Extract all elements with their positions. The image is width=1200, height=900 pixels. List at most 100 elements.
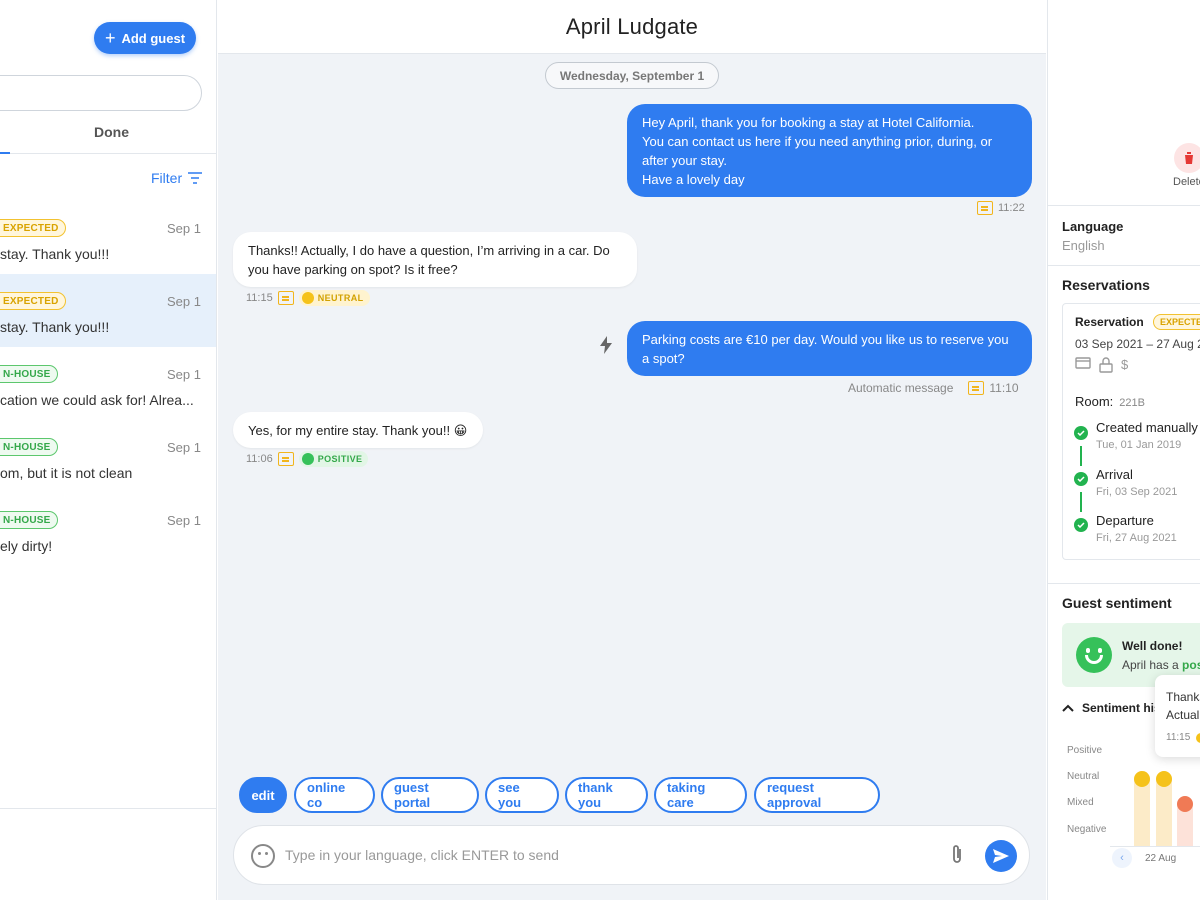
card-icon: [1075, 357, 1091, 369]
lightning-icon: [600, 336, 612, 354]
delete-label: Delete: [1173, 176, 1200, 188]
y-axis-label: Negative: [1067, 824, 1107, 835]
conversation-preview: ely dirty!: [0, 538, 53, 554]
y-axis-label: Positive: [1067, 745, 1103, 756]
conversation-preview: stay. Thank you!!!: [0, 319, 110, 335]
message-meta: 11:06 POSITIVE: [246, 451, 369, 467]
chart-axis: [1110, 846, 1200, 847]
quick-reply-button[interactable]: guest portal: [381, 777, 479, 813]
message-time: 11:22: [998, 202, 1025, 214]
reservation-card[interactable]: Reservation EXPECTED 03 Sep 2021 – 27 Au…: [1062, 303, 1200, 560]
room-label: Room:: [1075, 394, 1114, 409]
sentiment-sub-word: posi: [1182, 658, 1200, 672]
reservation-title: Reservation: [1075, 315, 1144, 329]
quick-reply-button[interactable]: see you: [485, 777, 559, 813]
reservation-dates: 03 Sep 2021 – 27 Aug 2021: [1075, 337, 1200, 351]
timeline-connector: [1080, 492, 1082, 512]
message-time: 11:06: [246, 453, 273, 465]
message-input[interactable]: Type in your language, click ENTER to se…: [285, 847, 559, 863]
guest-details-panel: Delete Language English Reservations Res…: [1047, 0, 1200, 900]
check-icon: [1074, 472, 1088, 486]
add-guest-button[interactable]: + Add guest: [94, 22, 196, 54]
divider: [0, 808, 216, 809]
neutral-face-icon: [1196, 733, 1200, 743]
message-time: 11:15: [246, 292, 273, 304]
attachment-icon[interactable]: [950, 844, 964, 866]
sentiment-badge-neutral: NEUTRAL: [298, 290, 370, 306]
incoming-message: Thanks!! Actually, I do have a question,…: [233, 232, 637, 287]
message-meta: 11:15 NEUTRAL: [246, 290, 370, 306]
timeline-title: Created manually: [1096, 420, 1198, 435]
sentiment-bar-mixed[interactable]: [1177, 796, 1193, 846]
timeline-connector: [1080, 446, 1082, 466]
timeline-title: Departure: [1096, 513, 1154, 528]
message-icon: [968, 381, 985, 395]
conversation-preview: cation we could ask for! Alrea...: [0, 392, 194, 408]
quick-reply-button[interactable]: request approval: [754, 777, 880, 813]
quick-reply-button[interactable]: online co: [294, 777, 375, 813]
conversation-date: Sep 1: [167, 221, 201, 236]
chart-prev-button[interactable]: ‹: [1112, 848, 1132, 868]
filter-button[interactable]: Filter: [151, 170, 203, 186]
guest-sentiment-heading: Guest sentiment: [1062, 595, 1172, 611]
plus-icon: +: [104, 28, 116, 48]
divider: [1048, 205, 1200, 206]
x-axis-label: 22 Aug: [1145, 853, 1177, 864]
neutral-face-icon: [301, 292, 314, 304]
conversation-list-panel: + Add guest Done Filter EXPECTED Sep 1 s…: [0, 0, 217, 900]
add-guest-label: Add guest: [121, 30, 186, 46]
emoji-icon[interactable]: [251, 844, 275, 868]
room-info: Room: 221B: [1075, 394, 1145, 409]
y-axis-label: Neutral: [1067, 771, 1100, 782]
sentiment-label: POSITIVE: [317, 454, 363, 464]
chat-panel: April Ludgate Wednesday, September 1 Hey…: [218, 0, 1046, 900]
message-icon: [977, 201, 993, 215]
timeline-date: Fri, 03 Sep 2021: [1096, 486, 1178, 498]
timeline-date: Fri, 27 Aug 2021: [1096, 532, 1177, 544]
conversation-item[interactable]: N-HOUSE Sep 1 ely dirty!: [0, 493, 216, 566]
lock-icon: [1099, 357, 1113, 373]
neutral-face-icon: [1134, 771, 1150, 787]
sentiment-badge-positive: POSITIVE: [298, 451, 369, 467]
reservations-heading: Reservations: [1062, 277, 1150, 293]
message-composer[interactable]: Type in your language, click ENTER to se…: [233, 825, 1030, 885]
tooltip-time: 11:15: [1166, 732, 1191, 743]
delete-button[interactable]: [1174, 143, 1200, 173]
sentiment-bar-neutral[interactable]: [1134, 771, 1150, 846]
send-button[interactable]: [985, 840, 1017, 872]
search-input[interactable]: [0, 75, 202, 111]
conversation-item[interactable]: EXPECTED Sep 1 stay. Thank you!!!: [0, 201, 216, 274]
neutral-face-icon: [1156, 771, 1172, 787]
timeline-date: Tue, 01 Jan 2019: [1096, 439, 1182, 451]
tab-done[interactable]: Done: [94, 124, 129, 140]
status-badge: N-HOUSE: [0, 365, 58, 383]
tooltip-text: Thanks!! Actually, I do have a question,…: [1166, 690, 1200, 722]
sentiment-title: Well done!: [1122, 639, 1183, 653]
quick-reply-button[interactable]: taking care: [654, 777, 747, 813]
chevron-up-icon: [1062, 704, 1074, 712]
status-badge: EXPECTED: [0, 219, 66, 237]
conversation-preview: stay. Thank you!!!: [0, 246, 110, 262]
divider: [1048, 265, 1200, 266]
conversation-item[interactable]: N-HOUSE Sep 1 cation we could ask for! A…: [0, 347, 216, 420]
quick-reply-button[interactable]: thank you: [565, 777, 648, 813]
check-icon: [1074, 518, 1088, 532]
conversation-tabs: Done: [0, 112, 216, 154]
trash-icon: [1184, 152, 1194, 164]
happy-face-icon: [1076, 637, 1112, 673]
divider: [1048, 583, 1200, 584]
sentiment-bar-neutral[interactable]: [1156, 771, 1172, 846]
conversation-item-selected[interactable]: EXPECTED Sep 1 stay. Thank you!!!: [0, 274, 216, 347]
timeline-title: Arrival: [1096, 467, 1133, 482]
message-meta: 11:22: [977, 201, 1025, 215]
check-icon: [1074, 426, 1088, 440]
sentiment-label: NEUTRAL: [317, 293, 364, 303]
status-badge: N-HOUSE: [0, 511, 58, 529]
sentiment-tooltip: Thanks!! Actually, I do have a question,…: [1155, 675, 1200, 757]
message-icon: [277, 452, 294, 466]
quick-reply-edit[interactable]: edit: [239, 777, 287, 813]
incoming-message: Yes, for my entire stay. Thank you!! 😀: [233, 412, 483, 448]
conversation-item[interactable]: N-HOUSE Sep 1 om, but it is not clean: [0, 420, 216, 493]
outgoing-message: Hey April, thank you for booking a stay …: [627, 104, 1032, 197]
dollar-icon: $: [1121, 357, 1129, 372]
